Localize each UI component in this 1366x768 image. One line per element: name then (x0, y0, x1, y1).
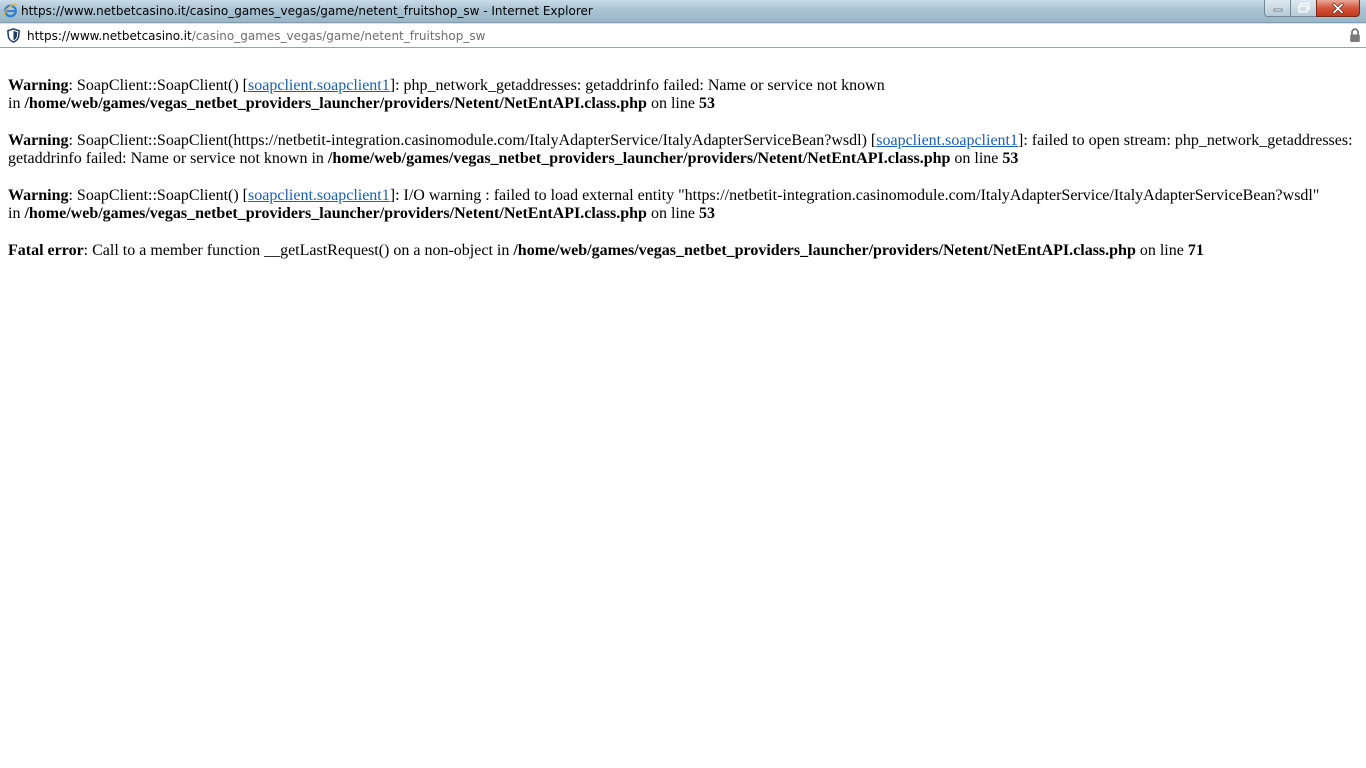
error-message: Warning: SoapClient::SoapClient(https://… (8, 132, 1360, 168)
url-field[interactable]: https://www.netbetcasino.it/casino_games… (27, 28, 485, 44)
error-output: Warning: SoapClient::SoapClient() [soapc… (8, 77, 1360, 279)
error-file-path: /home/web/games/vegas_netbet_providers_l… (327, 150, 951, 167)
url-scheme: https://www. (27, 29, 103, 43)
error-label: Warning (8, 187, 69, 204)
shield-icon (7, 28, 20, 43)
internet-explorer-icon (3, 3, 18, 18)
error-label: Fatal error (8, 242, 84, 259)
minimize-button[interactable] (1264, 0, 1290, 17)
error-line-number: 71 (1187, 242, 1204, 259)
error-line-number: 53 (698, 95, 715, 112)
minimize-icon (1273, 8, 1282, 12)
error-text: : SoapClient::SoapClient(https://netbeti… (68, 132, 877, 149)
browser-window: https://www.netbetcasino.it/casino_games… (0, 0, 1366, 768)
error-in-text: in (8, 205, 21, 222)
error-file-path: /home/web/games/vegas_netbet_providers_l… (24, 205, 647, 222)
error-text: : SoapClient::SoapClient() [ (68, 187, 249, 204)
error-on-line-text: on line (954, 150, 999, 167)
close-icon (1332, 2, 1344, 14)
soapclient-doc-link[interactable]: soapclient.soapclient1 (248, 77, 390, 94)
soapclient-doc-link[interactable]: soapclient.soapclient1 (876, 132, 1018, 149)
url-domain: netbetcasino.it (102, 29, 192, 43)
error-in-text: in (8, 95, 21, 112)
error-on-line-text: on line (650, 205, 695, 222)
url-path: /casino_games_vegas/game/netent_fruitsho… (191, 29, 486, 43)
title-bar[interactable]: https://www.netbetcasino.it/casino_games… (0, 0, 1366, 23)
error-file-path: /home/web/games/vegas_netbet_providers_l… (24, 95, 647, 112)
close-button[interactable] (1316, 0, 1360, 17)
error-file-path: /home/web/games/vegas_netbet_providers_l… (513, 242, 1136, 259)
window-controls (1264, 0, 1360, 18)
error-on-line-text: on line (1139, 242, 1184, 259)
error-text: : SoapClient::SoapClient() [ (68, 77, 249, 94)
fatal-error-message: Fatal error: Call to a member function _… (8, 242, 1360, 260)
error-line-number: 53 (1002, 150, 1019, 167)
error-label: Warning (8, 77, 69, 94)
error-text: ]: php_network_getaddresses: getaddrinfo… (389, 77, 885, 94)
window-title: https://www.netbetcasino.it/casino_games… (21, 4, 593, 18)
error-message: Warning: SoapClient::SoapClient() [soapc… (8, 77, 1360, 113)
lock-icon[interactable] (1349, 28, 1361, 43)
error-message: Warning: SoapClient::SoapClient() [soapc… (8, 187, 1360, 223)
error-text: : Call to a member function __getLastReq… (83, 242, 510, 259)
address-bar[interactable]: https://www.netbetcasino.it/casino_games… (0, 23, 1366, 48)
error-on-line-text: on line (650, 95, 695, 112)
error-line-number: 53 (698, 205, 715, 222)
error-text: ]: I/O warning : failed to load external… (389, 187, 1320, 204)
soapclient-doc-link[interactable]: soapclient.soapclient1 (248, 187, 390, 204)
error-label: Warning (8, 132, 69, 149)
maximize-icon (1297, 3, 1310, 13)
maximize-button[interactable] (1290, 0, 1316, 17)
